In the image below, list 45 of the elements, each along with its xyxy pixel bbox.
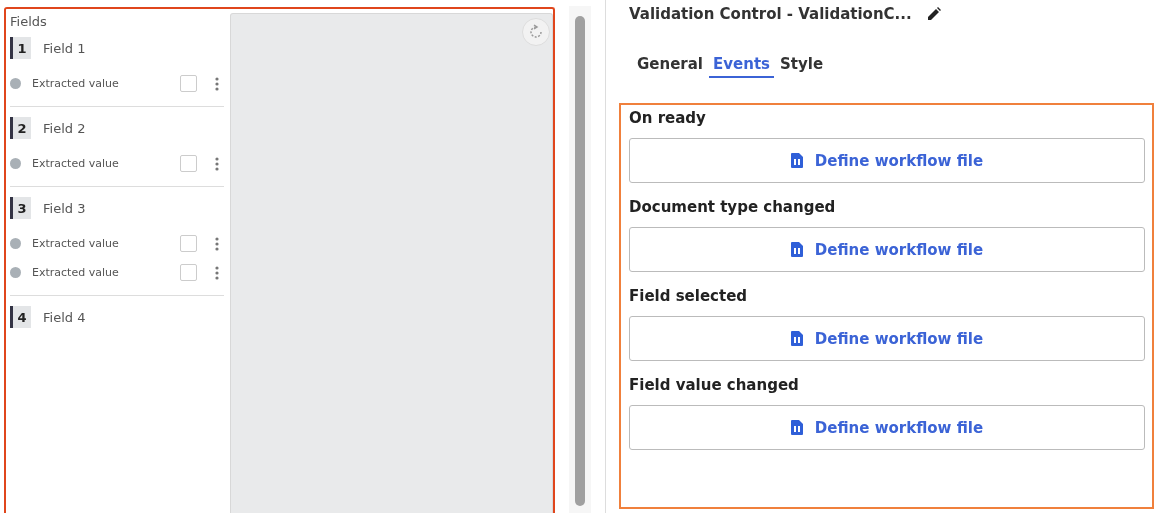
tab[interactable]: General	[633, 53, 707, 78]
checkbox[interactable]	[180, 235, 197, 252]
field-name[interactable]: Field 3	[43, 200, 86, 216]
status-dot-icon	[10, 238, 21, 249]
document-icon	[790, 153, 803, 168]
control-title: Validation Control - ValidationC...	[629, 5, 912, 23]
rotate-icon	[528, 24, 544, 40]
more-icon[interactable]	[215, 265, 219, 280]
event-label: Field selected	[629, 287, 749, 305]
checkbox[interactable]	[180, 155, 197, 172]
define-workflow-button[interactable]: Define workflow file	[629, 405, 1145, 450]
field-name[interactable]: Field 2	[43, 120, 86, 136]
define-workflow-button[interactable]: Define workflow file	[629, 138, 1145, 183]
rotate-button[interactable]	[522, 18, 550, 46]
extracted-value[interactable]: Extracted value	[32, 237, 180, 250]
more-icon[interactable]	[215, 236, 219, 251]
document-icon	[790, 331, 803, 346]
tab[interactable]: Style	[776, 53, 828, 78]
checkbox[interactable]	[180, 264, 197, 281]
field-number: 4	[10, 306, 31, 328]
field-name[interactable]: Field 1	[43, 40, 86, 56]
panel-title: Fields	[10, 14, 48, 29]
event-label: On ready	[629, 109, 707, 127]
document-icon	[790, 420, 803, 435]
edit-icon[interactable]	[925, 6, 942, 22]
document-icon	[790, 242, 803, 257]
more-icon[interactable]	[215, 76, 219, 91]
extracted-value[interactable]: Extracted value	[32, 77, 180, 90]
event-label: Document type changed	[629, 198, 837, 216]
field-number: 2	[10, 117, 31, 139]
tab[interactable]: Events	[709, 53, 774, 78]
more-icon[interactable]	[215, 156, 219, 171]
field-number: 1	[10, 37, 31, 59]
status-dot-icon	[10, 78, 21, 89]
field-name[interactable]: Field 4	[43, 309, 86, 325]
define-workflow-button[interactable]: Define workflow file	[629, 316, 1145, 361]
checkbox[interactable]	[180, 75, 197, 92]
define-workflow-button[interactable]: Define workflow file	[629, 227, 1145, 272]
field-number: 3	[10, 197, 31, 219]
event-label: Field value changed	[629, 376, 800, 394]
extracted-value[interactable]: Extracted value	[32, 266, 180, 279]
status-dot-icon	[10, 158, 21, 169]
scrollbar-thumb[interactable]	[575, 16, 585, 506]
extracted-value[interactable]: Extracted value	[32, 157, 180, 170]
status-dot-icon	[10, 267, 21, 278]
